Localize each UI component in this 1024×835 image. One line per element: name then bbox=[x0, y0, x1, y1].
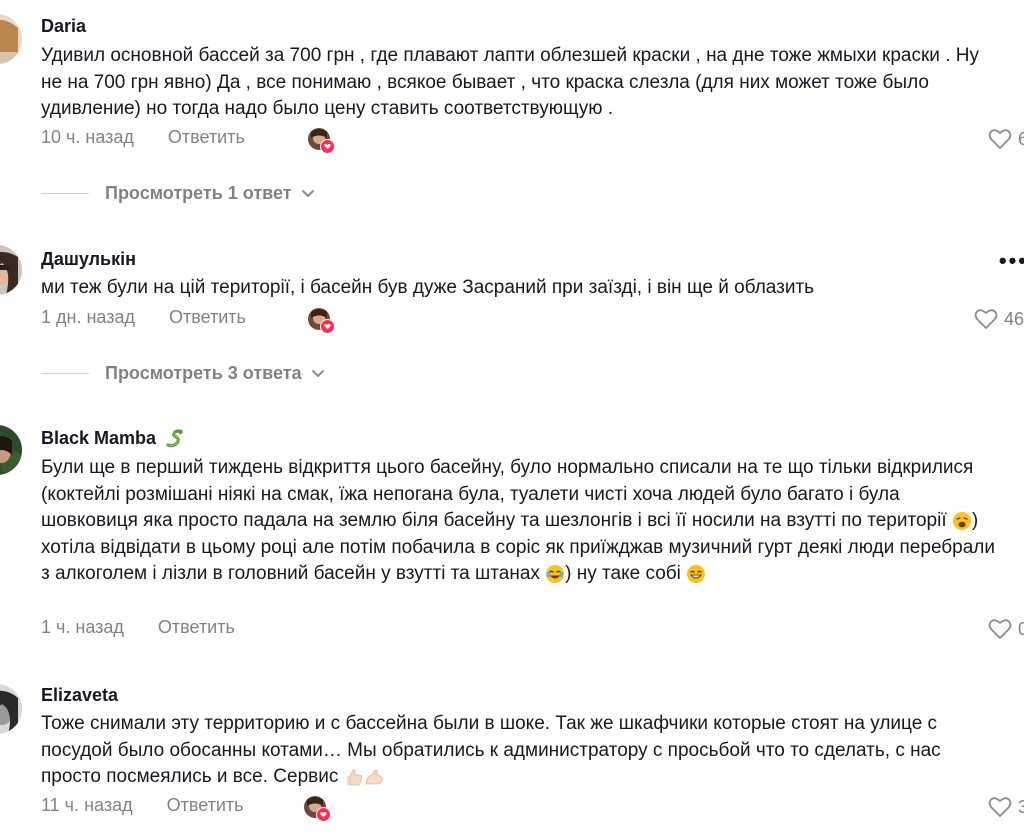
divider bbox=[41, 192, 89, 195]
comment-username[interactable]: Elizaveta bbox=[41, 685, 118, 706]
more-options-icon[interactable]: ••• bbox=[999, 248, 1024, 274]
chevron-down-icon bbox=[311, 369, 324, 377]
heart-badge-icon bbox=[320, 319, 335, 334]
creator-liked-badge bbox=[308, 128, 335, 154]
comment-username[interactable]: Daria bbox=[41, 16, 86, 37]
comment-text-part: ) ну таке собі bbox=[565, 563, 687, 584]
comment-text-part: Тоже снимали эту территорию и с бассейна… bbox=[41, 713, 946, 787]
view-replies-button[interactable]: Просмотреть 1 ответ bbox=[41, 183, 315, 204]
like-count: 3 bbox=[1018, 796, 1024, 817]
creator-liked-badge bbox=[308, 308, 335, 334]
divider bbox=[41, 372, 89, 375]
avatar[interactable] bbox=[0, 684, 22, 734]
comment-timestamp: 10 ч. назад bbox=[41, 127, 134, 147]
flexed-biceps-icon bbox=[365, 769, 383, 785]
heart-outline-icon bbox=[988, 129, 1012, 149]
reply-button[interactable]: Ответить bbox=[168, 127, 245, 148]
avatar[interactable] bbox=[0, 245, 22, 295]
username-label: Black Mamba bbox=[41, 428, 157, 448]
like-button[interactable]: 6 bbox=[988, 128, 1024, 150]
tears-of-joy-icon bbox=[546, 564, 565, 583]
comment-timestamp: 1 дн. назад bbox=[41, 307, 135, 327]
like-button[interactable]: 0 bbox=[988, 618, 1024, 640]
weary-face-icon bbox=[952, 511, 971, 530]
reply-button[interactable]: Ответить bbox=[167, 795, 244, 816]
comment-text: Удивил основной бассей за 700 грн , где … bbox=[41, 45, 985, 119]
comment-text: ми теж були на цій території, і басейн б… bbox=[41, 277, 815, 298]
comment-timestamp: 11 ч. назад bbox=[41, 795, 133, 815]
view-replies-label: Просмотреть 1 ответ bbox=[105, 183, 292, 203]
like-count: 0 bbox=[1018, 618, 1024, 639]
creator-liked-badge bbox=[304, 796, 331, 822]
comment-text-part: Були ще в перший тиждень відкриття цього… bbox=[41, 457, 979, 531]
reply-button[interactable]: Ответить bbox=[158, 617, 235, 638]
like-button[interactable]: 3 bbox=[988, 796, 1024, 818]
view-replies-label: Просмотреть 3 ответа bbox=[105, 363, 302, 383]
comment-text: Були ще в перший тиждень відкриття цього… bbox=[41, 455, 1001, 588]
reply-button[interactable]: Ответить bbox=[169, 307, 246, 328]
avatar[interactable] bbox=[0, 14, 22, 64]
like-button[interactable]: 46 bbox=[974, 308, 1024, 330]
heart-outline-icon bbox=[988, 619, 1012, 639]
comment-meta: 10 ч. назад Ответить bbox=[41, 127, 245, 148]
avatar[interactable] bbox=[0, 425, 22, 475]
like-count: 6 bbox=[1018, 128, 1024, 149]
comment-meta: 11 ч. назад Ответить bbox=[41, 795, 244, 816]
comment-meta: 1 дн. назад Ответить bbox=[41, 307, 246, 328]
comment-timestamp: 1 ч. назад bbox=[41, 617, 124, 637]
like-count: 46 bbox=[1004, 308, 1024, 329]
view-replies-button[interactable]: Просмотреть 3 ответа bbox=[41, 363, 325, 384]
heart-outline-icon bbox=[988, 797, 1012, 817]
heart-badge-icon bbox=[316, 807, 331, 822]
snake-icon bbox=[166, 429, 183, 448]
comment-meta: 1 ч. назад Ответить bbox=[41, 617, 235, 638]
grinning-face-icon bbox=[687, 564, 706, 583]
comment-text: Тоже снимали эту территорию и с бассейна… bbox=[41, 711, 1001, 791]
comment-username[interactable]: Дашулькін bbox=[41, 249, 136, 270]
thumbs-up-icon bbox=[346, 769, 362, 786]
comment-username[interactable]: Black Mamba bbox=[41, 428, 185, 449]
chevron-down-icon bbox=[301, 189, 314, 197]
heart-outline-icon bbox=[974, 309, 998, 329]
heart-badge-icon bbox=[320, 139, 335, 154]
